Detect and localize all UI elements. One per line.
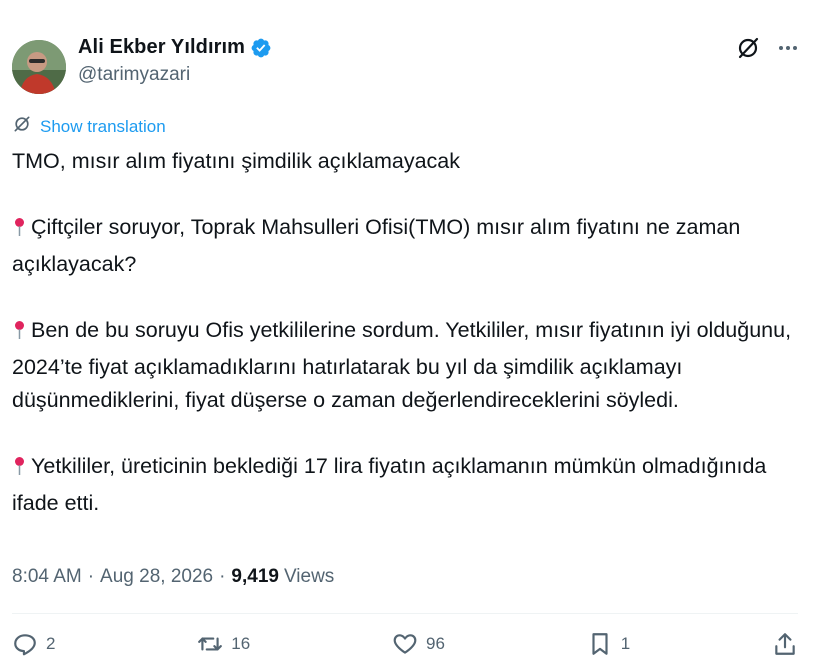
tweet-title: TMO, mısır alım fiyatını şimdilik açıkla… xyxy=(12,149,460,173)
bookmark-icon xyxy=(587,631,613,657)
tweet-date[interactable]: Aug 28, 2026 xyxy=(100,566,213,588)
avatar-image xyxy=(12,40,66,94)
show-translation-button[interactable]: Show translation xyxy=(12,114,166,139)
translate-icon xyxy=(12,114,32,139)
tweet-meta: 8:04 AM · Aug 28, 2026 · 9,419 Views xyxy=(12,566,334,588)
views-label: Views xyxy=(283,566,335,587)
reply-count: 2 xyxy=(46,634,56,653)
share-icon xyxy=(772,631,798,657)
name-row: Ali Ekber Yıldırım xyxy=(78,36,272,59)
reply-icon xyxy=(12,631,38,657)
verified-badge-icon[interactable] xyxy=(250,37,272,59)
repost-icon xyxy=(197,631,223,657)
avatar[interactable] xyxy=(12,40,66,94)
header-actions xyxy=(736,36,800,60)
tweet-paragraph: Çiftçiler soruyor, Toprak Mahsulleri Ofi… xyxy=(12,215,741,276)
tweet-paragraph: Ben de bu soruyu Ofis yetkililerine sord… xyxy=(12,318,792,412)
pin-icon xyxy=(12,215,27,248)
more-icon[interactable] xyxy=(776,36,800,60)
repost-button[interactable]: 16 xyxy=(197,631,250,657)
pin-icon xyxy=(12,454,27,487)
divider xyxy=(12,613,798,614)
like-count: 96 xyxy=(425,634,445,653)
heart-icon xyxy=(392,631,418,657)
tweet-header: Ali Ekber Yıldırım @tarimyazari xyxy=(12,34,800,94)
reply-button[interactable]: 2 xyxy=(12,631,55,657)
like-button[interactable]: 96 xyxy=(392,631,445,657)
tweet-text: TMO, mısır alım fiyatını şimdilik açıkla… xyxy=(12,145,792,520)
action-bar: 2 16 96 1 xyxy=(12,628,798,660)
repost-count: 16 xyxy=(231,634,251,653)
bookmark-count: 1 xyxy=(620,634,631,653)
bookmark-button[interactable]: 1 xyxy=(587,631,630,657)
author-handle[interactable]: @tarimyazari xyxy=(78,64,190,86)
views-count: 9,419 xyxy=(231,566,279,587)
show-translation-label: Show translation xyxy=(40,116,166,136)
meta-separator: · xyxy=(219,566,226,587)
tweet-paragraph: Yetkililer, üreticinin beklediği 17 lira… xyxy=(12,454,767,515)
share-button[interactable] xyxy=(772,631,798,657)
meta-separator: · xyxy=(87,566,95,587)
pin-icon xyxy=(12,318,27,351)
grok-icon[interactable] xyxy=(736,36,760,60)
tweet-time[interactable]: 8:04 AM xyxy=(12,566,82,588)
display-name[interactable]: Ali Ekber Yıldırım xyxy=(78,36,245,59)
